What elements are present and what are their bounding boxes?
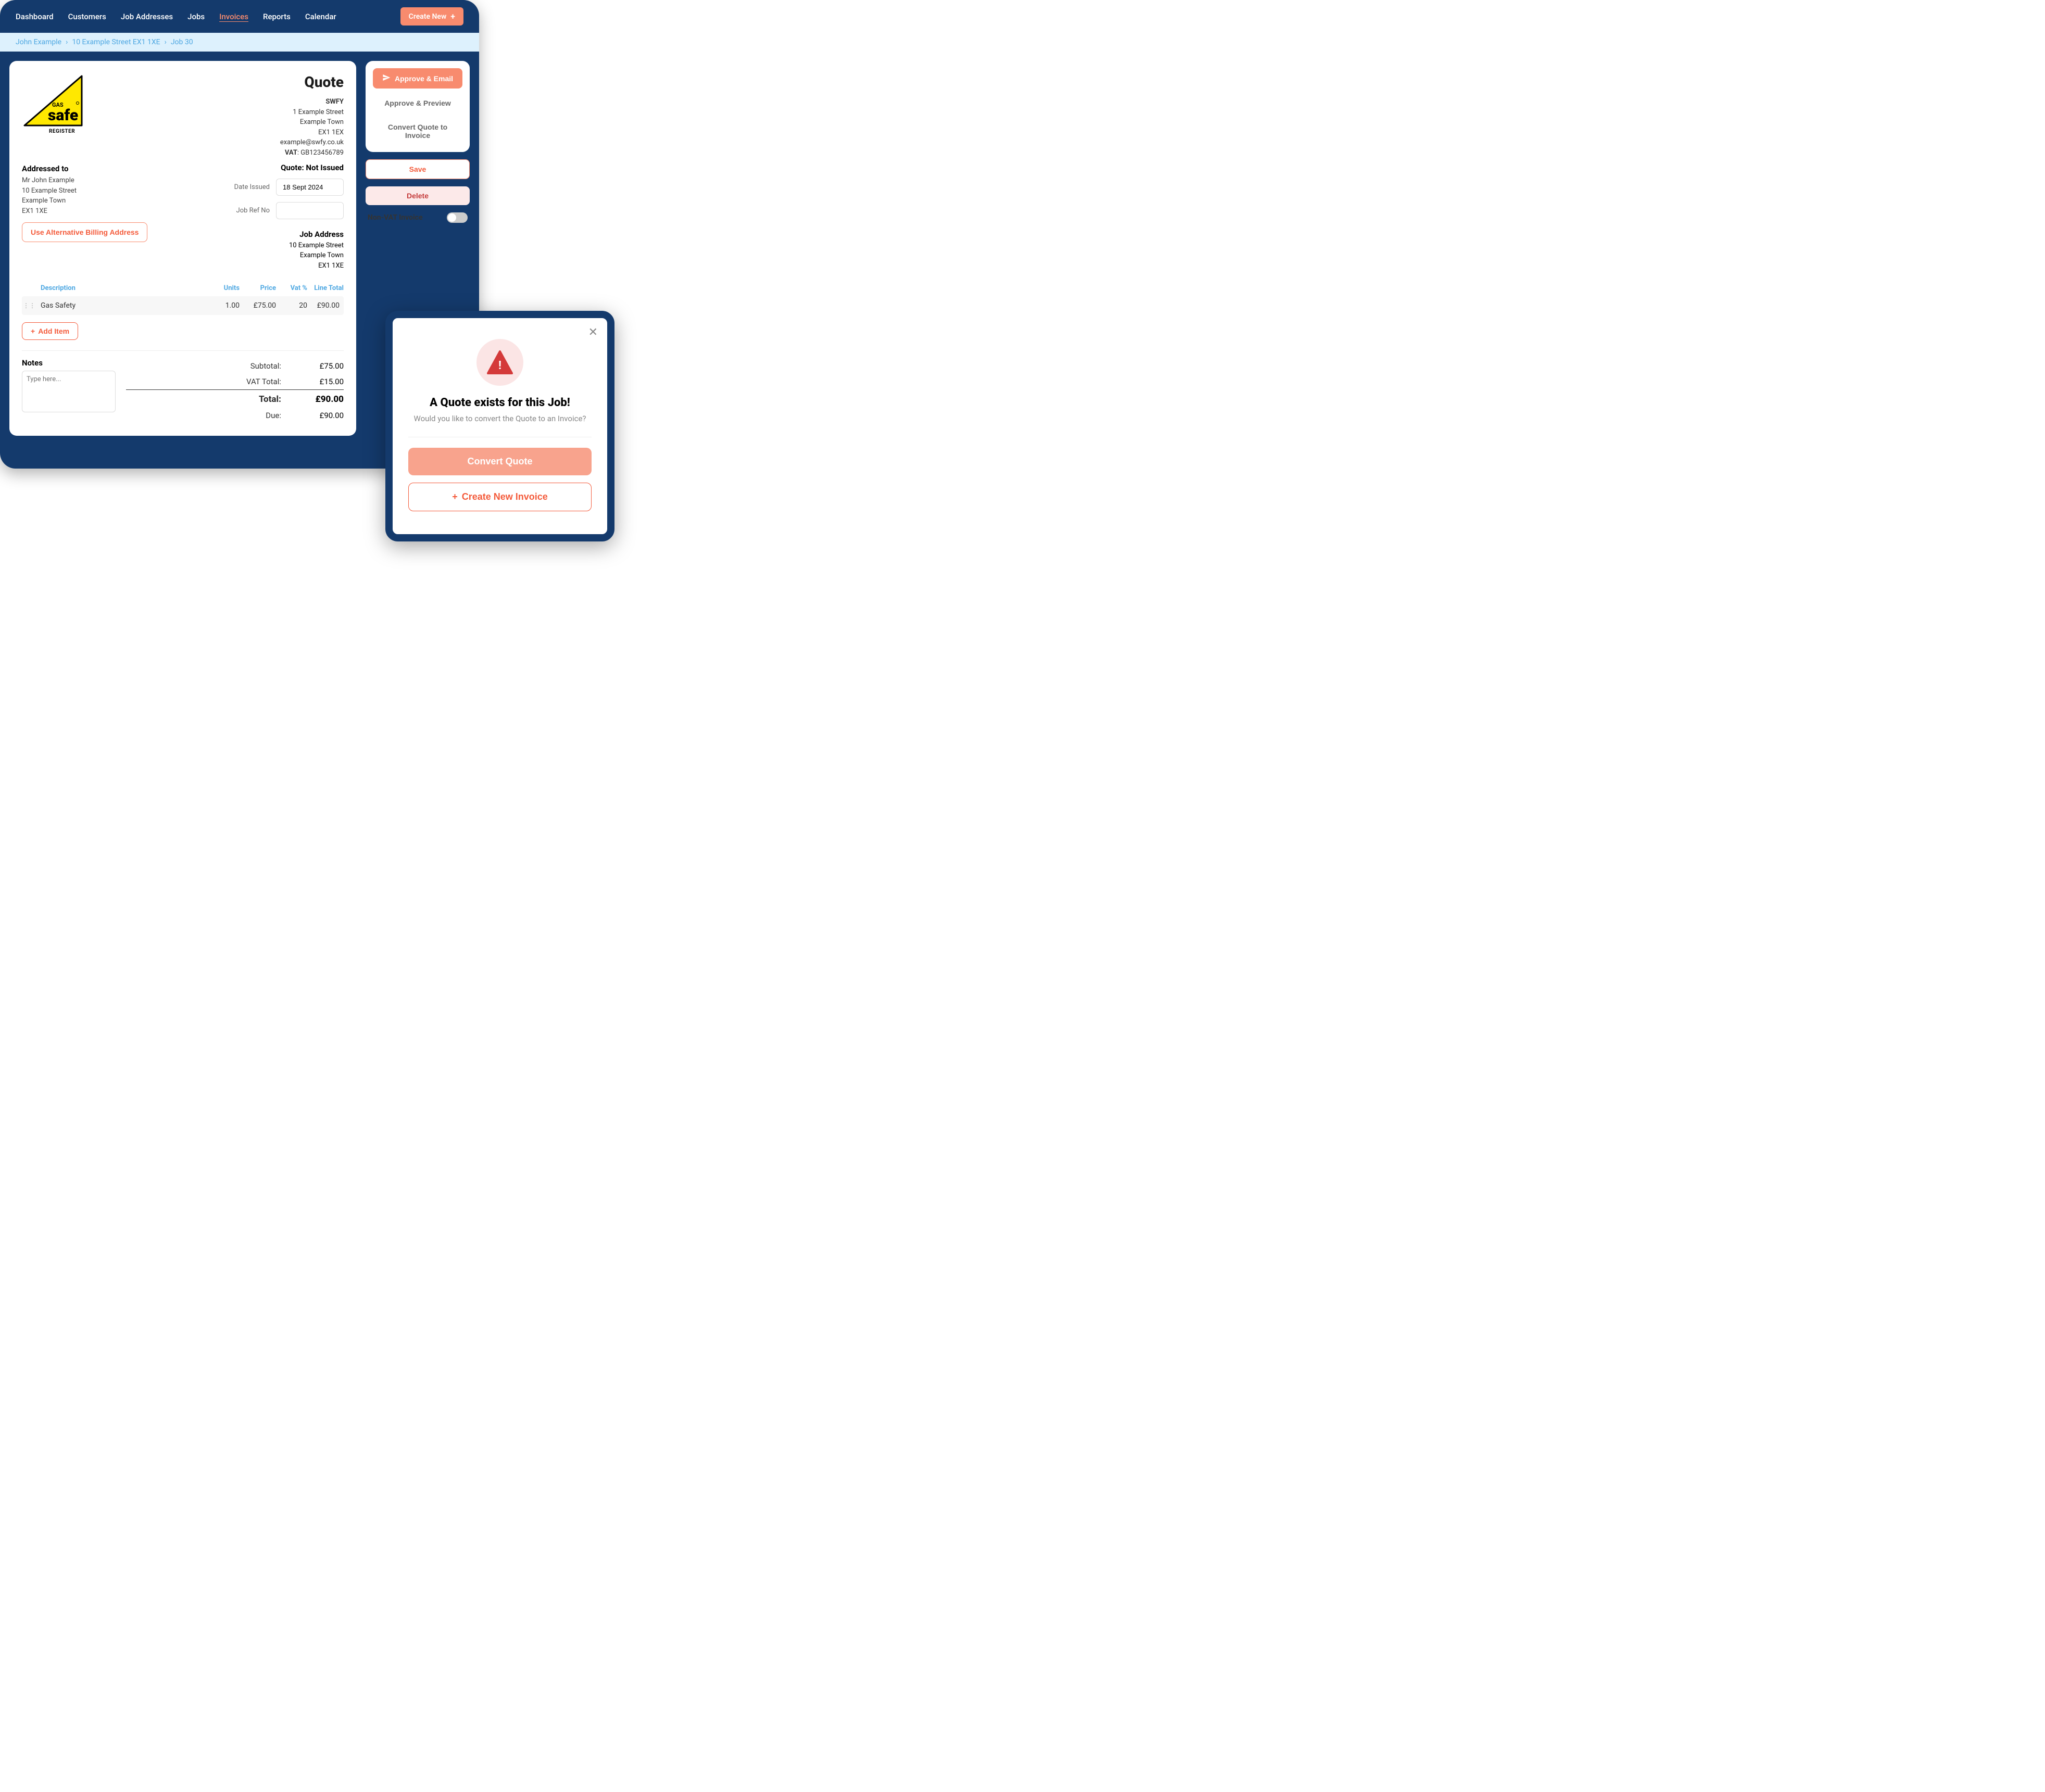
nav-calendar[interactable]: Calendar [305,12,336,21]
quote-title: Quote [280,73,344,91]
addressed-block: Addressed to Mr John Example 10 Example … [22,164,147,216]
convert-quote-invoice-button[interactable]: Convert Quote to Invoice [373,118,462,145]
row-units: 1.00 [208,301,240,310]
breadcrumb: John Example › 10 Example Street EX1 1XE… [0,33,479,52]
breadcrumb-customer[interactable]: John Example [16,38,61,46]
create-new-invoice-button[interactable]: + Create New Invoice [408,483,592,511]
due-value: £90.00 [302,411,344,420]
gas-safe-logo: GAS safe REGISTER [22,73,84,141]
svg-text:REGISTER: REGISTER [49,129,75,134]
create-new-invoice-label: Create New Invoice [462,491,548,502]
breadcrumb-job[interactable]: Job 30 [171,38,193,46]
breadcrumb-address[interactable]: 10 Example Street EX1 1XE [72,38,160,46]
delete-button[interactable]: Delete [366,186,470,205]
quote-status: Quote: Not Issued [198,163,344,172]
notes-textarea[interactable] [22,371,116,412]
add-item-button[interactable]: + Add Item [22,322,78,340]
due-label: Due: [266,411,281,420]
row-vat: 20 [276,301,307,310]
send-icon [382,73,391,83]
company-line2: Example Town [280,117,344,128]
notes-title: Notes [22,358,116,368]
addressed-title: Addressed to [22,164,147,173]
company-name: SWFY [280,97,344,107]
svg-text:safe: safe [48,106,78,124]
th-price: Price [240,284,276,292]
create-new-label: Create New [409,12,447,21]
convert-quote-button[interactable]: Convert Quote [408,448,592,475]
alt-billing-address-button[interactable]: Use Alternative Billing Address [22,222,147,242]
non-vat-label: Non-VAT Invoice [368,213,423,222]
close-icon[interactable]: ✕ [588,325,598,339]
th-description: Description [22,284,208,292]
job-address-title: Job Address [198,229,344,241]
plus-icon: + [450,11,455,21]
total-label: Total: [259,394,281,405]
company-block: SWFY 1 Example Street Example Town EX1 1… [280,97,344,158]
th-units: Units [208,284,240,292]
job-address-postcode: EX1 1XE [198,261,344,271]
vat-number: : GB123456789 [297,149,344,157]
top-nav: Dashboard Customers Job Addresses Jobs I… [0,0,479,33]
job-address-block: Job Address 10 Example Street Example To… [198,229,344,271]
subtotal-value: £75.00 [302,361,344,371]
nav-jobs[interactable]: Jobs [187,12,205,21]
notes-block: Notes [22,358,116,423]
approve-preview-button[interactable]: Approve & Preview [373,94,462,112]
nav-dashboard[interactable]: Dashboard [16,12,54,21]
date-issued-label: Date Issued [234,183,270,191]
addressed-name: Mr John Example [22,175,147,186]
nav-reports[interactable]: Reports [263,12,291,21]
plus-icon: + [452,491,458,502]
totals-block: Subtotal: £75.00 VAT Total: £15.00 Total… [126,358,344,423]
th-line-total: Line Total [307,284,344,292]
th-vat: Vat % [276,284,307,292]
job-ref-label: Job Ref No [236,207,270,214]
vat-total-value: £15.00 [302,377,344,386]
drag-handle-icon[interactable]: ⋮⋮ [22,302,36,309]
table-row[interactable]: ⋮⋮ Gas Safety 1.00 £75.00 20 £90.00 [22,296,344,315]
addressed-line1: 10 Example Street [22,186,147,196]
approve-email-label: Approve & Email [395,74,453,83]
row-description: Gas Safety [36,301,208,310]
add-item-label: Add Item [38,327,69,335]
vat-total-label: VAT Total: [246,377,281,386]
plus-icon: + [31,327,35,335]
addressed-line2: Example Town [22,196,147,206]
company-postcode: EX1 1EX [280,128,344,138]
job-ref-input[interactable] [276,202,344,219]
total-value: £90.00 [302,394,344,405]
addressed-postcode: EX1 1XE [22,206,147,217]
save-button[interactable]: Save [366,159,470,179]
nav-customers[interactable]: Customers [68,12,106,21]
modal-title: A Quote exists for this Job! [408,396,592,409]
non-vat-row: Non-VAT Invoice [366,212,470,223]
modal-subtitle: Would you like to convert the Quote to a… [408,413,592,424]
create-new-button[interactable]: Create New + [400,7,463,26]
job-address-line2: Example Town [198,250,344,261]
job-address-line1: 10 Example Street [198,241,344,251]
nav-job-addresses[interactable]: Job Addresses [121,12,173,21]
company-line1: 1 Example Street [280,107,344,118]
line-items-table: Description Units Price Vat % Line Total… [22,280,344,340]
svg-text:!: ! [498,359,501,372]
subtotal-label: Subtotal: [250,361,281,371]
row-total: £90.00 [307,301,344,310]
warning-icon: ! [476,339,523,386]
row-price: £75.00 [240,301,276,310]
approve-email-button[interactable]: Approve & Email [373,68,462,89]
date-issued-input[interactable] [276,179,344,196]
non-vat-toggle[interactable] [447,212,468,223]
company-email: example@swfy.co.uk [280,137,344,148]
quote-exists-modal: ✕ ! A Quote exists for this Job! Would y… [385,311,614,541]
quote-card: GAS safe REGISTER Quote SWFY 1 Example S… [9,61,356,436]
nav-invoices[interactable]: Invoices [219,12,248,21]
vat-label: VAT [285,149,297,157]
